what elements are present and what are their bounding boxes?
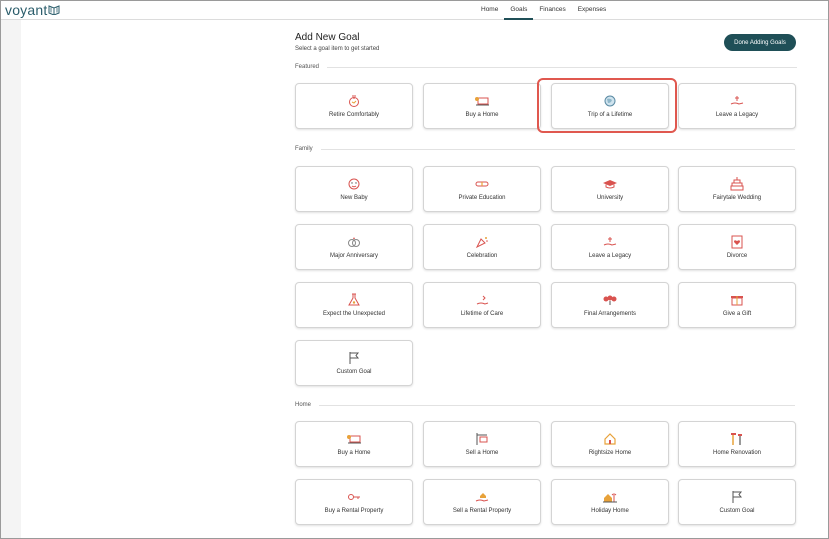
diploma-icon [474,177,490,191]
section-featured-text: Featured [295,64,320,70]
goal-card-label: New Baby [340,195,368,201]
goal-card-retire-comfortably[interactable]: Retire Comfortably [295,83,413,129]
hand-legacy-icon [602,235,618,249]
goal-card-leave-a-legacy-family[interactable]: Leave a Legacy [551,224,669,270]
goal-card-label: Private Education [458,195,506,201]
for-sale-sign-icon [474,432,490,446]
cake-icon [346,94,362,108]
tab-expenses[interactable]: Expenses [572,1,613,20]
section-family-text: Family [295,146,313,152]
top-bar: voyant Home Goals Finances Expenses [1,1,828,20]
goal-card-final-arrangements[interactable]: Final Arrangements [551,282,669,328]
goal-card-custom-goal-family[interactable]: Custom Goal [295,340,413,386]
flag-icon [729,490,745,504]
goal-card-celebration[interactable]: Celebration [423,224,541,270]
flowers-icon [602,293,618,307]
care-hand-icon [474,293,490,307]
app-frame: voyant Home Goals Finances Expenses Add … [0,0,829,539]
tab-goals[interactable]: Goals [504,1,534,20]
goal-card-label: Give a Gift [722,311,752,317]
baby-face-icon [346,177,362,191]
section-divider [319,404,796,406]
house-sign-icon [474,94,490,108]
goal-card-label: Buy a Home [337,450,371,456]
goal-card-home-renovation[interactable]: Home Renovation [678,421,796,467]
goal-card-label: Expect the Unexpected [322,311,386,317]
rings-icon [346,235,362,249]
done-adding-goals-button[interactable]: Done Adding Goals [724,34,796,51]
section-divider [320,148,795,150]
house-hand-icon [474,490,490,504]
hand-legacy-icon [729,94,745,108]
goal-card-sell-a-rental-property[interactable]: Sell a Rental Property [423,479,541,525]
goal-card-sell-a-home[interactable]: Sell a Home [423,421,541,467]
page-subtitle: Select a goal item to get started [295,46,380,52]
goal-card-divorce[interactable]: Divorce [678,224,796,270]
goal-card-label: Sell a Home [465,450,499,456]
main-nav: Home Goals Finances Expenses [475,1,612,20]
goal-card-label: Leave a Legacy [588,253,632,259]
section-divider [327,66,798,68]
party-popper-icon [474,235,490,249]
goal-card-new-baby[interactable]: New Baby [295,166,413,212]
key-hand-icon [346,490,362,504]
wedding-cake-icon [729,177,745,191]
goal-card-buy-a-rental-property[interactable]: Buy a Rental Property [295,479,413,525]
logo[interactable]: voyant [5,2,60,18]
goal-card-label: University [596,195,624,201]
goal-card-label: Buy a Home [465,112,499,118]
goal-card-label: Rightsize Home [588,450,632,456]
goal-card-private-education[interactable]: Private Education [423,166,541,212]
section-label-family: Family [295,146,795,152]
goal-card-major-anniversary[interactable]: Major Anniversary [295,224,413,270]
goal-card-leave-a-legacy[interactable]: Leave a Legacy [678,83,796,129]
tab-home[interactable]: Home [475,1,504,20]
tab-finances[interactable]: Finances [533,1,571,20]
goal-card-label: Buy a Rental Property [324,508,384,514]
house-sign-icon [346,432,362,446]
goal-card-buy-a-home[interactable]: Buy a Home [423,83,541,129]
goal-card-label: Major Anniversary [329,253,379,259]
selection-highlight [537,78,677,133]
goal-card-label: Divorce [726,253,748,259]
broken-heart-card-icon [729,235,745,249]
section-label-home: Home [295,402,796,408]
goal-card-label: Fairytale Wedding [712,195,762,201]
goal-card-label: Retire Comfortably [328,112,379,118]
logo-text: voyant [5,2,48,18]
goal-card-fairytale-wedding[interactable]: Fairytale Wedding [678,166,796,212]
goal-card-label: Final Arrangements [583,311,637,317]
goal-card-buy-a-home-home[interactable]: Buy a Home [295,421,413,467]
page-title: Add New Goal [295,32,360,43]
goal-card-label: Sell a Rental Property [452,508,512,514]
goal-card-rightsize-home[interactable]: Rightsize Home [551,421,669,467]
goal-card-label: Celebration [466,253,498,259]
flag-icon [346,351,362,365]
tools-icon [729,432,745,446]
goal-card-give-a-gift[interactable]: Give a Gift [678,282,796,328]
main-content: Add New Goal Select a goal item to get s… [21,20,828,538]
goal-card-holiday-home[interactable]: Holiday Home [551,479,669,525]
goal-card-label: Custom Goal [719,508,755,514]
goal-card-custom-goal-home[interactable]: Custom Goal [678,479,796,525]
goal-card-label: Leave a Legacy [715,112,759,118]
book-logo-icon [48,2,60,18]
section-home-text: Home [295,402,312,408]
flask-icon [346,293,362,307]
goal-card-label: Custom Goal [336,369,372,375]
graduation-cap-icon [602,177,618,191]
beach-house-icon [602,490,618,504]
small-house-icon [602,432,618,446]
goal-card-expect-the-unexpected[interactable]: Expect the Unexpected [295,282,413,328]
section-label-featured: Featured [295,64,798,70]
goal-card-label: Lifetime of Care [460,311,504,317]
goal-card-label: Home Renovation [712,450,762,456]
goal-card-university[interactable]: University [551,166,669,212]
goal-card-label: Holiday Home [591,508,629,514]
goal-card-lifetime-of-care[interactable]: Lifetime of Care [423,282,541,328]
gift-box-icon [729,293,745,307]
